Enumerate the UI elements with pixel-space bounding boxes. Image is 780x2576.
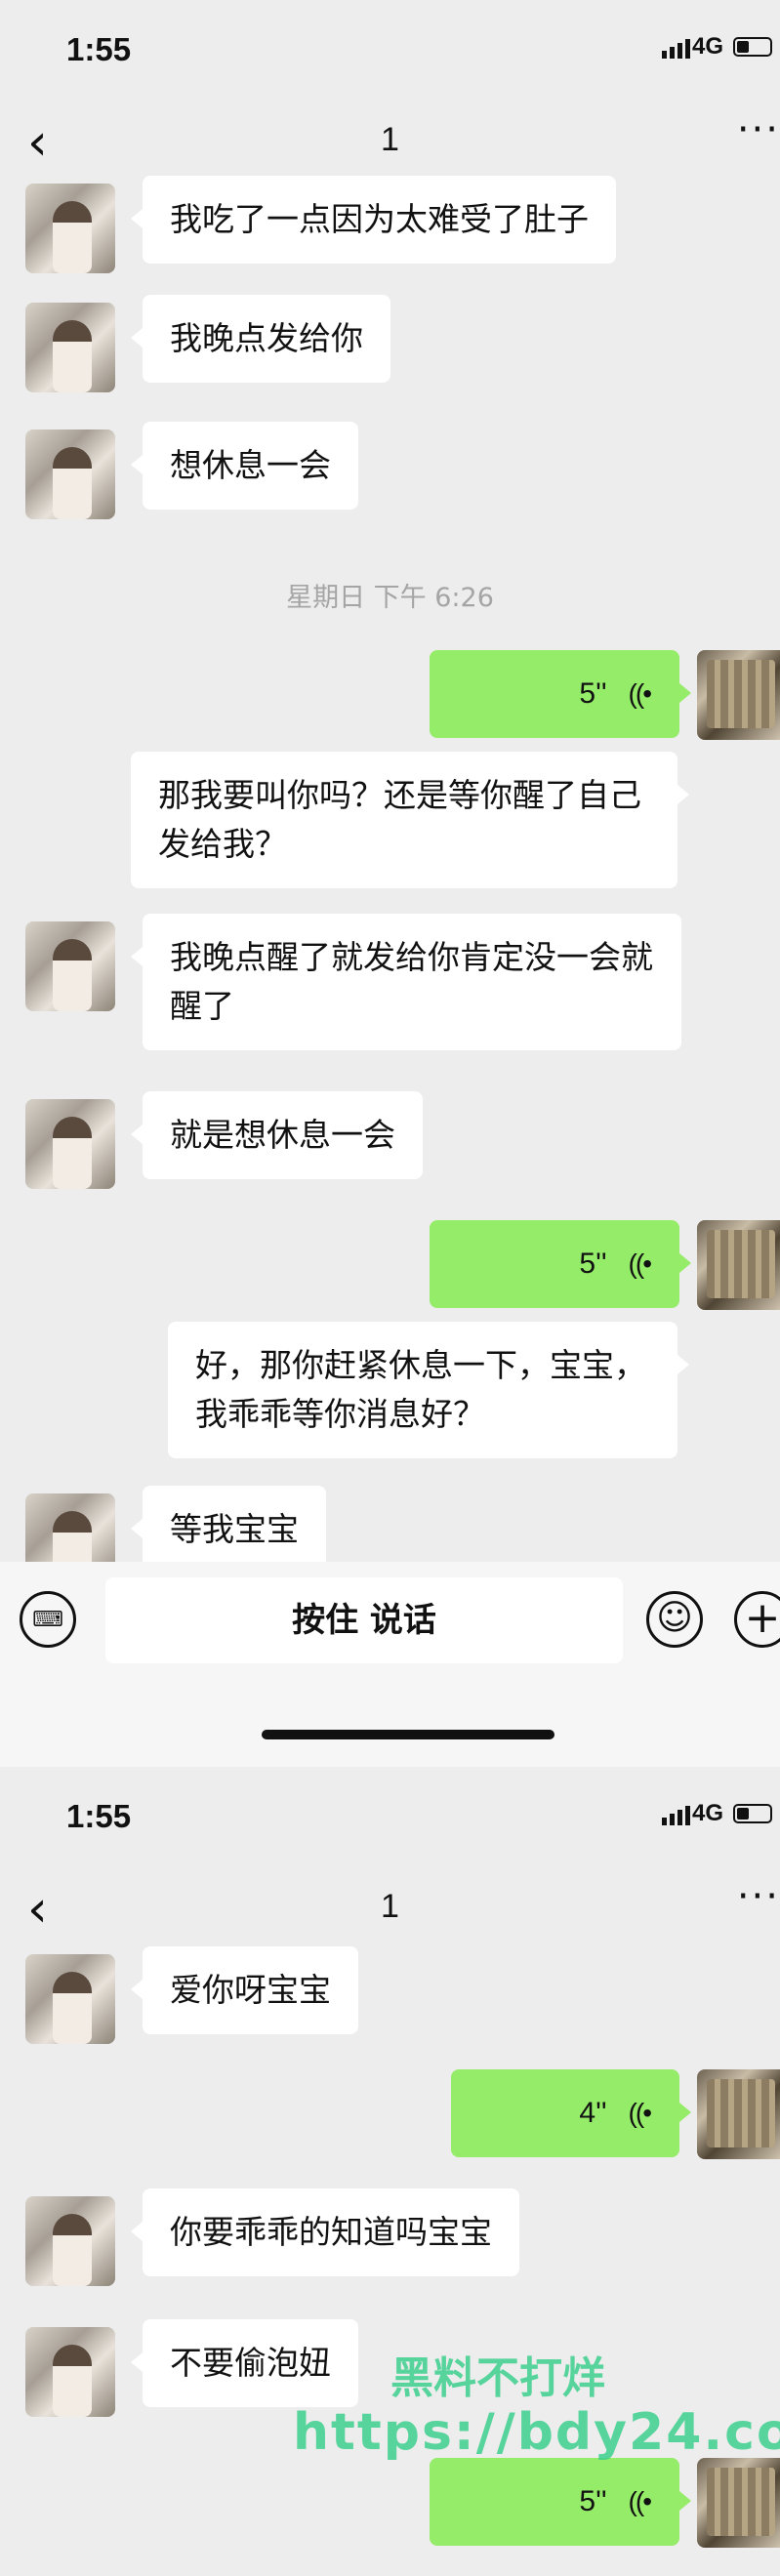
message-bubble[interactable]: 我吃了一点因为太难受了肚子: [131, 176, 616, 264]
message-bubble[interactable]: 好，那你赶紧休息一下，宝宝，我乖乖等你消息好？: [168, 1322, 689, 1458]
voice-wave-icon: ((•: [628, 1248, 652, 1279]
input-bar: ⌨ 按住 说话 ☺ +: [0, 1562, 780, 1767]
avatar[interactable]: [697, 1220, 780, 1310]
voice-duration: 5'': [579, 2485, 607, 2517]
chat-title: 1: [381, 121, 399, 158]
more-icon[interactable]: ···: [737, 107, 780, 152]
status-bar: 1:55 4G: [0, 0, 780, 94]
message-bubble[interactable]: 想休息一会: [131, 422, 358, 510]
keyboard-icon[interactable]: ⌨: [20, 1591, 76, 1648]
status-time: 1:55: [66, 1798, 132, 1834]
avatar[interactable]: [25, 2196, 115, 2286]
avatar[interactable]: [697, 2458, 780, 2548]
voice-message[interactable]: 5'' ((•: [430, 2458, 691, 2546]
screenshot-top: 1:55 4G ‹ 1 ··· 我吃了一点因为太难受了肚子 我晚点发给你 想休息…: [0, 0, 780, 1767]
message-bubble[interactable]: 那我要叫你吗？还是等你醒了自己发给我？: [131, 752, 689, 888]
message-bubble[interactable]: 爱你呀宝宝: [131, 1946, 358, 2034]
avatar[interactable]: [25, 184, 115, 273]
network-label: 4G: [691, 1800, 723, 1826]
signal-icon: [662, 39, 690, 59]
more-icon[interactable]: ···: [737, 1874, 780, 1919]
avatar[interactable]: [25, 303, 115, 392]
status-time: 1:55: [66, 31, 132, 67]
avatar[interactable]: [697, 2069, 780, 2159]
voice-message[interactable]: 5'' ((•: [430, 650, 691, 738]
avatar[interactable]: [697, 650, 780, 740]
avatar[interactable]: [25, 429, 115, 519]
status-bar: 1:55 4G: [0, 1767, 780, 1860]
voice-duration: 5'': [579, 677, 607, 710]
voice-duration: 5'': [579, 1247, 607, 1280]
voice-wave-icon: ((•: [628, 678, 652, 709]
emoji-icon[interactable]: ☺: [646, 1591, 703, 1648]
message-bubble[interactable]: 就是想休息一会: [131, 1091, 423, 1179]
chat-header: ‹ 1 ···: [0, 1860, 780, 1962]
home-indicator[interactable]: [262, 1730, 554, 1739]
battery-icon: [733, 37, 772, 57]
avatar[interactable]: [25, 2327, 115, 2417]
plus-icon[interactable]: +: [734, 1591, 780, 1648]
network-label: 4G: [691, 33, 723, 60]
message-bubble[interactable]: 我晚点发给你: [131, 295, 390, 383]
voice-wave-icon: ((•: [628, 2486, 652, 2516]
screenshot-bottom: 1:55 4G ‹ 1 ··· 爱你呀宝宝 4'' ((• 你要乖乖的知道吗宝宝 …: [0, 1767, 780, 2576]
hold-to-talk-button[interactable]: 按住 说话: [105, 1577, 623, 1663]
voice-duration: 4'': [579, 2097, 607, 2129]
message-bubble[interactable]: 你要乖乖的知道吗宝宝: [131, 2188, 519, 2276]
battery-icon: [733, 1804, 772, 1823]
message-bubble[interactable]: 不要偷泡妞: [131, 2319, 358, 2407]
watermark-line2: https://bdy24.co: [293, 2403, 780, 2462]
voice-wave-icon: ((•: [628, 2098, 652, 2128]
avatar[interactable]: [25, 1099, 115, 1189]
signal-icon: [662, 1806, 690, 1825]
chat-title: 1: [381, 1888, 399, 1925]
timestamp: 星期日 下午 6:26: [286, 583, 494, 613]
voice-message[interactable]: 4'' ((•: [451, 2069, 691, 2157]
avatar[interactable]: [25, 921, 115, 1011]
watermark-line1: 黑料不打烊: [390, 2353, 605, 2403]
voice-message[interactable]: 5'' ((•: [430, 1220, 691, 1308]
message-bubble[interactable]: 我晚点醒了就发给你肯定没一会就醒了: [131, 914, 681, 1050]
avatar[interactable]: [25, 1954, 115, 2044]
message-bubble[interactable]: 等我宝宝: [131, 1486, 326, 1574]
